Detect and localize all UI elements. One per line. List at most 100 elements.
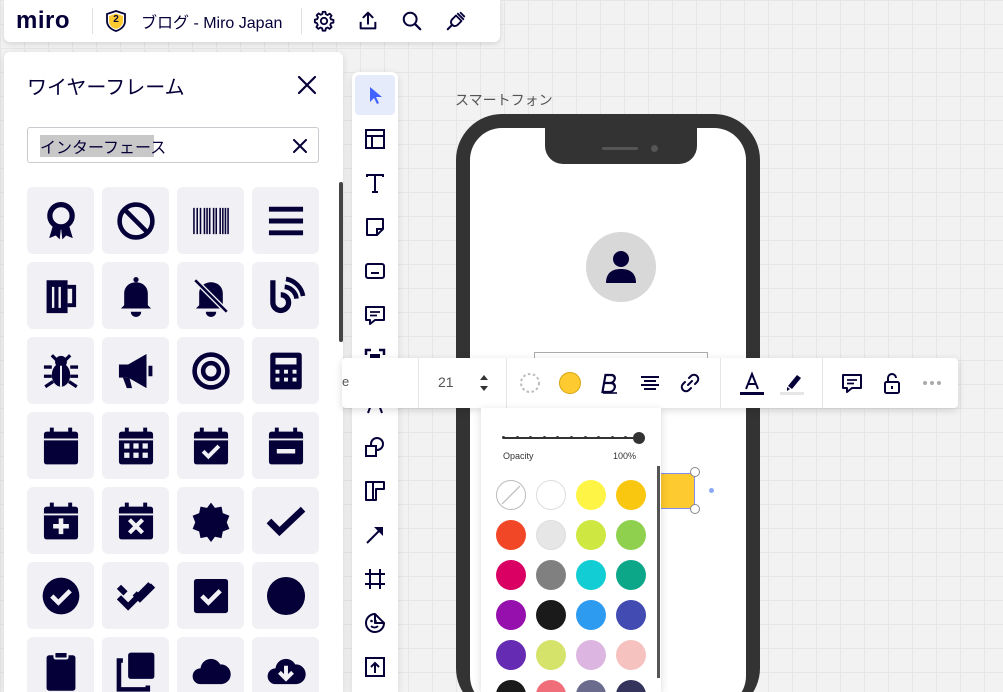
frame-icon[interactable] <box>355 559 395 599</box>
plan-badge-icon[interactable]: 2 <box>105 10 127 32</box>
plugin-icon[interactable] <box>434 0 478 42</box>
clear-search-icon[interactable] <box>290 136 310 156</box>
text-icon[interactable] <box>355 163 395 203</box>
avatar[interactable] <box>586 232 656 302</box>
fill-color-button[interactable] <box>556 368 584 398</box>
shapes-icon[interactable] <box>355 427 395 467</box>
copy-icon[interactable] <box>102 637 169 692</box>
color-swatch[interactable] <box>496 560 526 590</box>
settings-icon[interactable] <box>302 0 346 42</box>
font-size-stepper-icon[interactable] <box>476 368 492 398</box>
arrow-icon[interactable] <box>355 515 395 555</box>
double-check-icon[interactable] <box>102 562 169 629</box>
color-swatch[interactable] <box>536 560 566 590</box>
color-swatch[interactable] <box>616 640 646 670</box>
color-swatch[interactable] <box>536 680 566 692</box>
color-swatch[interactable] <box>576 560 606 590</box>
comment-icon[interactable] <box>840 368 864 398</box>
camera-dot <box>651 145 658 152</box>
check-circle-icon[interactable] <box>27 562 94 629</box>
megaphone-icon[interactable] <box>102 337 169 404</box>
selected-shape[interactable] <box>660 473 695 509</box>
shape-type-label[interactable]: e <box>342 374 349 389</box>
bug-icon[interactable] <box>27 337 94 404</box>
kanban-icon[interactable] <box>355 471 395 511</box>
calculator-icon[interactable] <box>252 337 319 404</box>
upload-icon[interactable] <box>355 647 395 687</box>
board-title[interactable]: ブログ - Miro Japan <box>141 9 301 33</box>
color-swatch[interactable] <box>496 640 526 670</box>
barcode-icon[interactable] <box>177 187 244 254</box>
text-color-icon[interactable] <box>738 368 766 398</box>
calendar-icon[interactable] <box>27 412 94 479</box>
cloud-download-icon[interactable] <box>252 637 319 692</box>
color-swatch[interactable] <box>616 600 646 630</box>
font-size-value[interactable]: 21 <box>438 374 466 390</box>
color-swatch[interactable] <box>576 600 606 630</box>
bell-off-icon[interactable] <box>177 262 244 329</box>
badge-burst-icon[interactable] <box>177 487 244 554</box>
no-fill-swatch[interactable] <box>496 480 526 510</box>
unlock-icon[interactable] <box>880 368 904 398</box>
color-swatch[interactable] <box>536 520 566 550</box>
color-swatch[interactable] <box>496 520 526 550</box>
search-input[interactable] <box>40 135 280 157</box>
comment-icon[interactable] <box>355 295 395 335</box>
link-icon[interactable] <box>678 368 702 398</box>
calendar-minus-icon[interactable] <box>252 412 319 479</box>
connector-dot[interactable] <box>709 488 714 493</box>
target-icon[interactable] <box>177 337 244 404</box>
color-swatch[interactable] <box>536 480 566 510</box>
popover-scrollbar[interactable] <box>657 466 660 678</box>
search-icon[interactable] <box>390 0 434 42</box>
frame-label[interactable]: スマートフォン <box>455 90 553 110</box>
rss-icon[interactable] <box>252 262 319 329</box>
highlight-icon[interactable] <box>778 368 806 398</box>
bold-icon[interactable] <box>598 368 622 398</box>
checkmark-icon[interactable] <box>252 487 319 554</box>
share-icon[interactable] <box>346 0 390 42</box>
color-swatch[interactable] <box>576 680 606 692</box>
slider-tick <box>542 436 546 439</box>
color-swatch[interactable] <box>576 480 606 510</box>
cloud-icon[interactable] <box>177 637 244 692</box>
color-swatch[interactable] <box>616 520 646 550</box>
color-swatch[interactable] <box>616 480 646 510</box>
bell-icon[interactable] <box>102 262 169 329</box>
color-swatch[interactable] <box>496 680 526 692</box>
miro-logo[interactable]: miro <box>4 7 92 35</box>
calendar-check-icon[interactable] <box>177 412 244 479</box>
divider <box>822 358 823 408</box>
calendar-x-icon[interactable] <box>102 487 169 554</box>
search-field[interactable] <box>27 127 319 163</box>
block-icon[interactable] <box>102 187 169 254</box>
color-swatch[interactable] <box>576 520 606 550</box>
card-icon[interactable] <box>355 251 395 291</box>
border-style-icon[interactable] <box>516 368 544 398</box>
color-swatch[interactable] <box>576 640 606 670</box>
color-swatch[interactable] <box>616 560 646 590</box>
checkbox-icon[interactable] <box>177 562 244 629</box>
color-swatch[interactable] <box>496 600 526 630</box>
circle-icon[interactable] <box>252 562 319 629</box>
color-swatch[interactable] <box>536 640 566 670</box>
color-swatch[interactable] <box>616 680 646 692</box>
more-icon[interactable] <box>920 368 944 398</box>
select-icon[interactable] <box>355 75 395 115</box>
clipboard-icon[interactable] <box>27 637 94 692</box>
panel-scrollbar[interactable] <box>339 182 343 342</box>
templates-icon[interactable] <box>355 119 395 159</box>
align-center-icon[interactable] <box>638 368 662 398</box>
resize-handle[interactable] <box>690 467 700 477</box>
close-icon[interactable] <box>292 70 322 100</box>
sticky-note-icon[interactable] <box>355 207 395 247</box>
opacity-slider-knob[interactable] <box>633 432 645 444</box>
award-icon[interactable] <box>27 187 94 254</box>
sticker-icon[interactable] <box>355 603 395 643</box>
calendar-grid-icon[interactable] <box>102 412 169 479</box>
resize-handle[interactable] <box>690 504 700 514</box>
color-swatch[interactable] <box>536 600 566 630</box>
calendar-plus-icon[interactable] <box>27 487 94 554</box>
beer-icon[interactable] <box>27 262 94 329</box>
menu-icon[interactable] <box>252 187 319 254</box>
